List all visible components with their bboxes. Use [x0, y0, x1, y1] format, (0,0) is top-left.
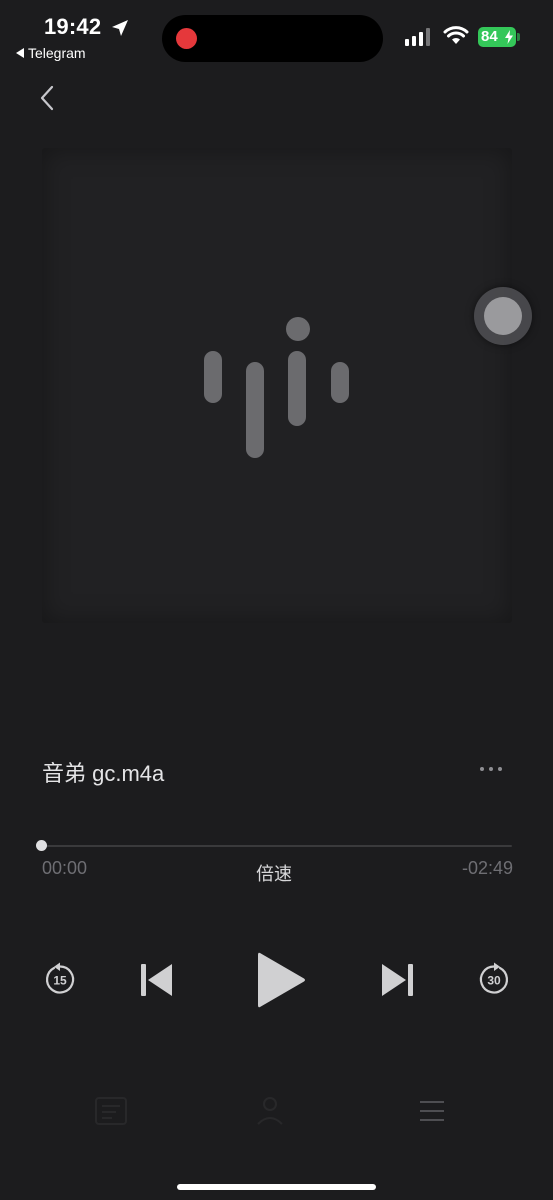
dynamic-island [162, 15, 383, 62]
progress-knob[interactable] [36, 840, 47, 851]
assistive-touch-button[interactable] [474, 287, 532, 345]
voice-icon[interactable] [248, 1090, 292, 1134]
back-to-telegram-link[interactable]: Telegram [16, 45, 86, 61]
battery-tip [517, 33, 520, 41]
home-indicator [177, 1184, 376, 1190]
elapsed-time: 00:00 [42, 858, 88, 878]
rewind-15-icon[interactable]: 15 [43, 962, 77, 998]
progress-track[interactable] [40, 845, 512, 847]
next-track-icon[interactable] [379, 963, 415, 997]
forward-seconds: 30 [487, 974, 501, 988]
screen-recording-indicator [176, 28, 197, 49]
charging-bolt-icon [505, 30, 513, 44]
forward-30-icon[interactable]: 30 [477, 962, 511, 998]
rewind-seconds: 15 [53, 974, 67, 988]
cellular-signal-icon [405, 28, 430, 46]
battery-indicator: 84 [478, 27, 516, 47]
back-app-label: Telegram [28, 45, 86, 61]
playlist-icon[interactable] [418, 1098, 446, 1124]
track-title: 音弟 gc.m4a [42, 761, 165, 786]
wifi-icon [443, 26, 469, 44]
previous-track-icon[interactable] [139, 963, 175, 997]
chevron-left-icon[interactable] [36, 84, 60, 112]
more-options-icon[interactable] [480, 762, 512, 776]
playback-speed-button[interactable]: 倍速 [256, 860, 292, 886]
play-icon[interactable] [254, 950, 308, 1010]
lyrics-icon[interactable] [90, 1090, 134, 1134]
audio-player-screen: 19:42 Telegram 84 音弟 gc.m4a 00:00 倍速 -02… [0, 0, 553, 1200]
status-time: 19:42 [44, 14, 102, 39]
battery-level: 84 [481, 28, 498, 45]
back-triangle-icon [16, 48, 24, 58]
location-arrow-icon [112, 20, 128, 36]
album-artwork [42, 148, 512, 623]
remaining-time: -02:49 [461, 858, 513, 878]
